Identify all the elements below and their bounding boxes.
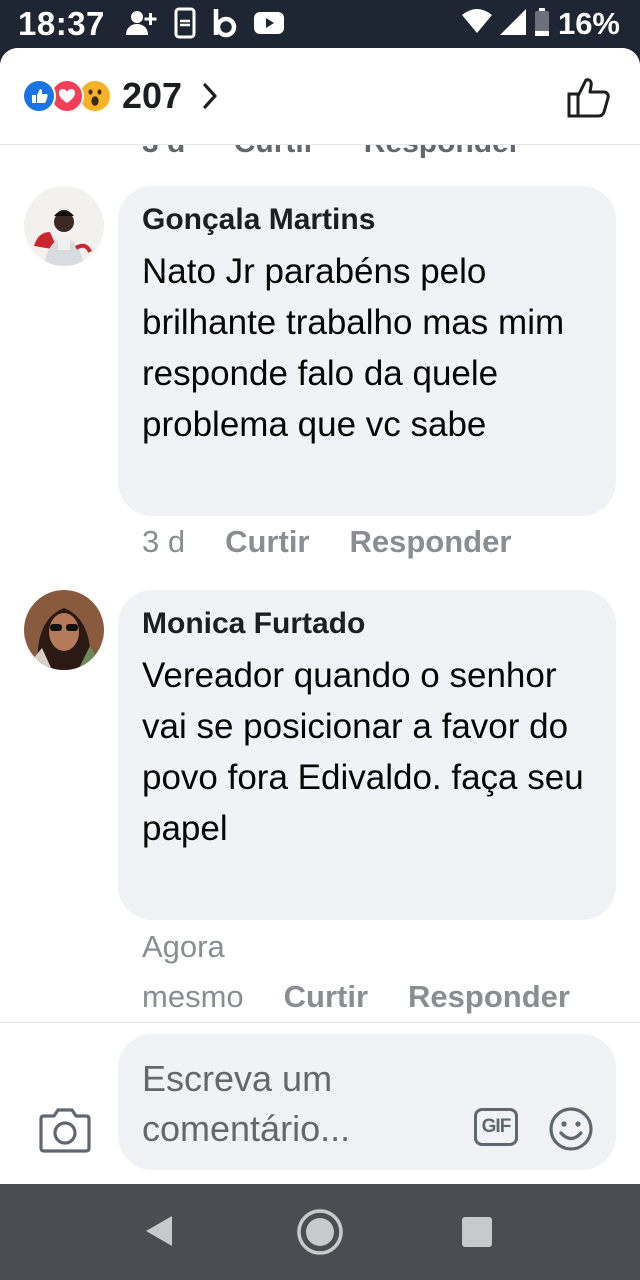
camera-icon xyxy=(39,1108,91,1153)
comment-bubble[interactable]: Gonçala Martins Nato Jr parabéns pelo br… xyxy=(118,186,616,516)
system-icons: 16% xyxy=(461,5,620,43)
home-circle-icon xyxy=(297,1209,343,1255)
gif-button[interactable]: GIF xyxy=(474,1108,518,1146)
b-app-notification-icon xyxy=(212,7,238,44)
reactions-summary[interactable]: 207 xyxy=(22,75,218,116)
comment-bubble[interactable]: Monica Furtado Vereador quando o senhor … xyxy=(118,590,616,920)
navigation-bar xyxy=(0,1184,640,1280)
home-button[interactable] xyxy=(296,1208,344,1261)
back-triangle-icon xyxy=(146,1216,172,1246)
comment-author[interactable]: Monica Furtado xyxy=(142,604,592,644)
comment-time: 3 d xyxy=(142,524,186,559)
like-post-button[interactable] xyxy=(566,74,612,120)
phone-sync-notification-icon xyxy=(174,7,196,44)
add-friend-notification-icon xyxy=(126,9,158,42)
camera-button[interactable] xyxy=(38,1106,92,1154)
like-comment-button[interactable]: Curtir xyxy=(284,979,368,1014)
comment-text: Nato Jr parabéns pelo brilhante trabalho… xyxy=(142,252,565,444)
notification-icons xyxy=(126,7,284,44)
reply-comment-button[interactable]: Responder xyxy=(408,979,570,1014)
comment-input[interactable]: Escreva um comentário... GIF xyxy=(118,1034,616,1170)
status-bar: 18:37 16% xyxy=(0,0,640,48)
comment-meta: 3 d Curtir Responder xyxy=(142,517,551,567)
comment-text: Vereador quando o senhor vai se posicion… xyxy=(142,656,584,848)
signal-icon xyxy=(499,8,526,40)
comments-sheet: 207 3 d Curtir Responder Gonçala Martins… xyxy=(0,48,640,1184)
gif-label: GIF xyxy=(481,1116,512,1137)
avatar[interactable] xyxy=(24,186,104,266)
status-time: 18:37 xyxy=(18,5,105,42)
emoji-button[interactable] xyxy=(548,1106,594,1152)
reactions-header: 207 xyxy=(0,48,640,145)
battery-percentage: 16% xyxy=(557,6,620,41)
like-comment-button[interactable]: Curtir xyxy=(225,524,309,559)
chevron-right-icon xyxy=(202,82,218,110)
avatar[interactable] xyxy=(24,590,104,670)
reply-comment-button[interactable]: Responder xyxy=(350,524,512,559)
recent-apps-button[interactable] xyxy=(462,1217,492,1247)
comment-input-placeholder: Escreva um comentário... xyxy=(142,1058,351,1149)
reaction-count: 207 xyxy=(122,75,183,116)
comment-meta: Agora mesmo Curtir Responder xyxy=(142,922,570,1022)
like-reaction-icon xyxy=(22,79,56,113)
comment-time: Agora mesmo xyxy=(142,929,244,1014)
back-button[interactable] xyxy=(144,1214,174,1253)
thumbs-up-icon xyxy=(567,78,610,118)
smiley-icon xyxy=(549,1107,593,1151)
battery-icon xyxy=(534,7,550,41)
composer-divider xyxy=(0,1022,640,1023)
comment-author[interactable]: Gonçala Martins xyxy=(142,200,592,240)
youtube-notification-icon xyxy=(254,11,284,39)
wifi-icon xyxy=(461,8,492,40)
